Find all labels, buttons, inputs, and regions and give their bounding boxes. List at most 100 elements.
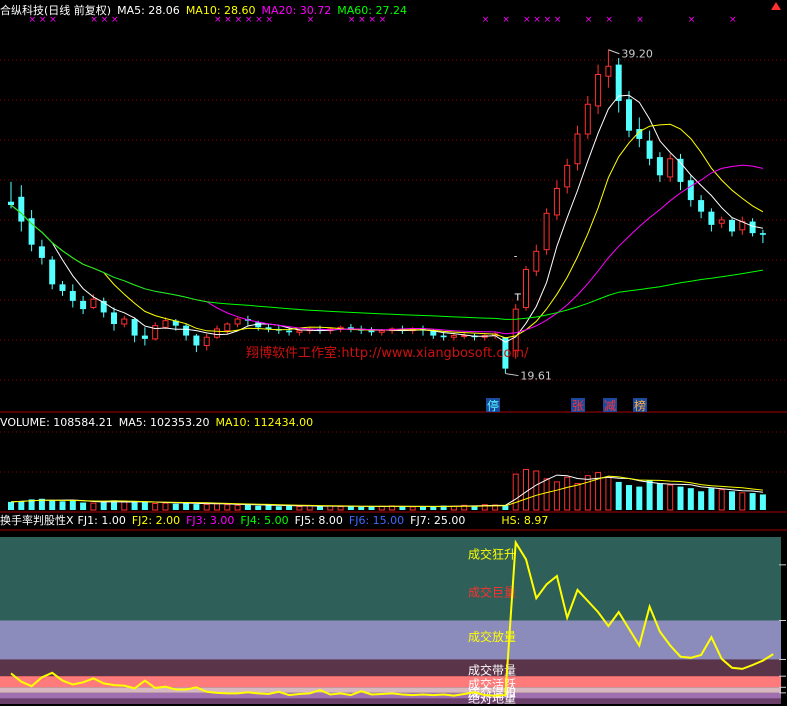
stock-chart-canvas[interactable]: 成交狂升成交巨量成交放量成交带量成交活跃成交温和绝对地量 × × × × × × × × × × ×… — [0, 0, 787, 706]
x-marker: × — [554, 15, 562, 25]
volume-bar-up — [234, 504, 241, 511]
candle-up — [162, 320, 169, 328]
turnover-panel[interactable]: 成交狂升成交巨量成交放量成交带量成交活跃成交温和绝对地量 — [0, 537, 786, 705]
badge-rise: 张 — [572, 399, 584, 413]
candle-down — [687, 180, 694, 201]
candle-down — [646, 140, 653, 159]
volume-bar-down — [317, 506, 323, 510]
candle-down — [80, 300, 87, 310]
volume-bar-down — [100, 502, 107, 510]
candle-up — [461, 335, 468, 338]
volume-bar-up — [533, 470, 540, 511]
volume-bar-up — [584, 475, 591, 511]
ma5-line — [10, 94, 763, 343]
volume-bar-up — [718, 489, 725, 511]
candle-up — [553, 188, 560, 216]
volume-bar-down — [729, 491, 735, 510]
candle-down — [729, 219, 735, 232]
x-marker: × — [533, 15, 541, 25]
volume-bar-down — [399, 506, 406, 510]
volume-bar-down — [8, 501, 14, 510]
volume-bar-down — [141, 501, 148, 510]
candle-up — [450, 335, 457, 338]
fj6-legend: FJ6: 15.00 — [348, 514, 405, 527]
candle-down — [368, 330, 375, 333]
volume-bar-down — [626, 485, 632, 510]
candle-up — [234, 318, 241, 325]
turnover-zone-band — [0, 698, 781, 704]
volume-bar-down — [286, 505, 293, 510]
fj4-legend: FJ4: 5.00 — [240, 514, 289, 527]
candle-up — [718, 219, 725, 224]
price-ma20-legend: MA20: 30.72 — [261, 4, 332, 17]
ma20-line — [10, 164, 764, 335]
badge-suspend: 停 — [487, 398, 499, 413]
low-pointer — [505, 373, 519, 377]
volume-bar-down — [677, 486, 684, 510]
volume-bar-up — [667, 484, 674, 511]
candle-up — [121, 318, 128, 325]
x-marker: × — [523, 15, 531, 25]
volume-bar-down — [172, 503, 179, 510]
candle-down — [69, 290, 76, 301]
volume-bar-up — [224, 504, 231, 511]
turnover-zone-label: 成交狂升 — [468, 546, 516, 561]
volume-bar-down — [193, 504, 200, 510]
candle-up — [564, 164, 571, 188]
price-ma60-legend: MA60: 27.24 — [337, 4, 407, 17]
candle-up — [203, 336, 210, 346]
volume-value-legend: VOLUME: 108584.21 — [0, 416, 113, 429]
candle-down — [59, 284, 66, 291]
volume-bar-down — [131, 502, 138, 510]
stock-title: 合纵科技(日线 前复权) — [0, 4, 112, 17]
volume-bar-up — [523, 468, 529, 511]
fj3-legend: FJ3: 3.00 — [186, 514, 235, 527]
badge-list: 榜 — [634, 398, 646, 413]
volume-bar-down — [275, 506, 282, 510]
x-marker: × — [585, 15, 593, 25]
volume-bar-down — [698, 491, 705, 510]
watermark-text: 翔博软件工作室:http://www.xiangbosoft.com/ — [246, 345, 529, 361]
volume-bar-up — [214, 503, 220, 511]
candle-up — [224, 323, 231, 332]
candle-down — [8, 201, 14, 206]
high-price-label: 39.20 — [621, 48, 653, 61]
volume-bar-down — [18, 500, 25, 510]
volume-bar-down — [615, 481, 622, 510]
volume-bar-down — [183, 502, 190, 510]
high-pointer — [608, 49, 620, 55]
x-marker: × — [482, 15, 490, 25]
x-marker: × — [544, 15, 552, 25]
x-marker: × — [502, 15, 510, 25]
price-ma5-legend: MA5: 28.06 — [117, 4, 180, 17]
candle-up — [595, 74, 602, 107]
turnover-zone-label: 成交巨量 — [468, 585, 516, 600]
volume-panel[interactable] — [8, 468, 766, 511]
fj2-legend: FJ2: 2.00 — [131, 514, 181, 527]
volume-bar-up — [574, 482, 581, 511]
candle-down — [656, 157, 663, 176]
candle-down — [49, 259, 56, 285]
volume-bar-down — [708, 488, 715, 510]
collapse-arrow-icon[interactable] — [771, 2, 781, 10]
volume-bar-up — [605, 476, 612, 511]
candle-up — [533, 250, 540, 272]
volume-bar-up — [512, 473, 519, 511]
hs-legend: HS: 8.97 — [501, 514, 549, 527]
ma60-line — [10, 204, 763, 320]
turnover-zone-band — [0, 537, 781, 621]
volume-bar-up — [543, 478, 550, 511]
volume-bar-down — [358, 506, 365, 510]
candle-up — [523, 268, 529, 308]
volume-bar-up — [162, 502, 169, 511]
price-panel[interactable] — [8, 49, 766, 374]
volume-bar-down — [69, 500, 76, 510]
volume-bar-up — [152, 502, 159, 511]
volume-bar-down — [59, 501, 66, 510]
volume-bar-down — [347, 506, 354, 510]
candle-down — [749, 221, 756, 234]
candle-up — [152, 325, 159, 340]
candle-down — [708, 211, 715, 225]
candle-down — [626, 99, 632, 131]
volume-bar-up — [739, 492, 746, 511]
